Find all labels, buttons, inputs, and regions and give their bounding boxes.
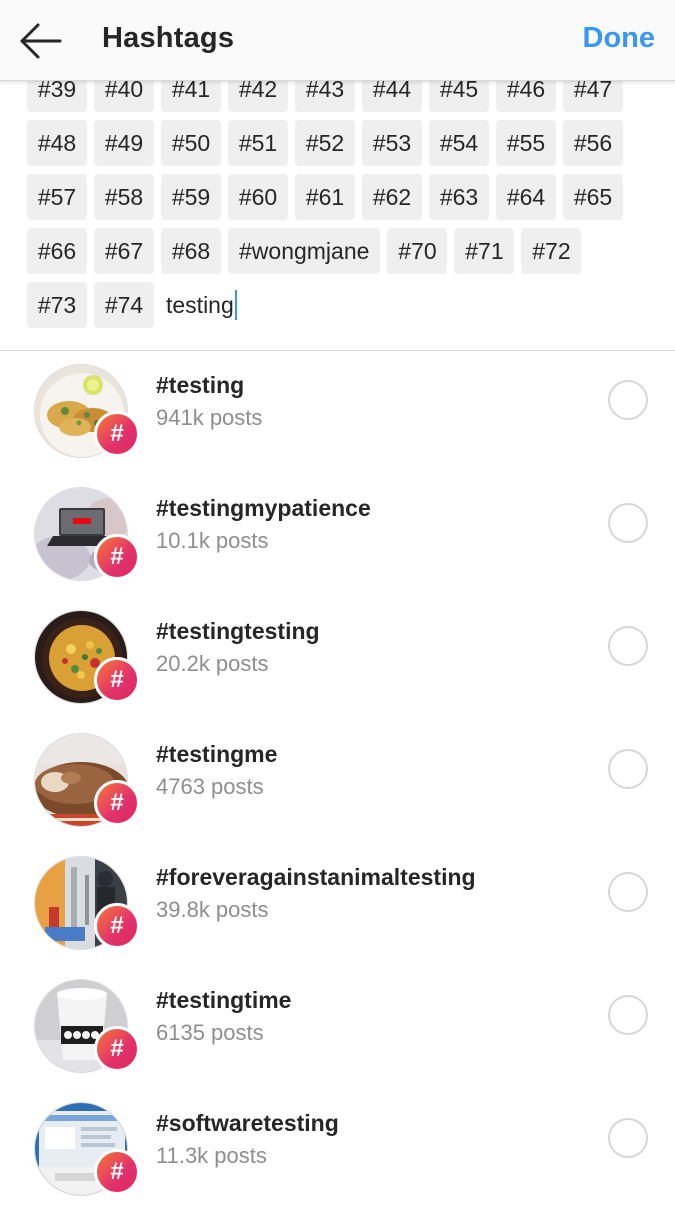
selected-hashtags-area: #39 #40 #41 #42 #43 #44 #45 #46 #47 #48 … xyxy=(0,64,675,350)
hashtag-chip[interactable]: #55 xyxy=(496,120,556,166)
done-button[interactable]: Done xyxy=(583,22,656,55)
post-count: 4763 posts xyxy=(156,774,264,799)
chip-row: #73 #74 testing xyxy=(27,282,237,328)
hashtag-chip[interactable]: #48 xyxy=(27,120,87,166)
hashtag-chip[interactable]: #72 xyxy=(521,228,582,274)
hashtag-chip[interactable]: #56 xyxy=(563,120,623,166)
radio-circle-icon[interactable] xyxy=(608,749,648,789)
chip-row: #57 #58 #59 #60 #61 #62 #63 #64 #65 xyxy=(27,174,630,220)
hashtag-chip[interactable]: #68 xyxy=(161,228,221,274)
post-count: 20.2k posts xyxy=(156,651,269,676)
arrow-left-icon xyxy=(20,23,62,59)
post-count: 10.1k posts xyxy=(156,528,269,553)
radio-circle-icon[interactable] xyxy=(608,1118,648,1158)
hashtag-badge-icon: # xyxy=(94,411,140,457)
chip-row: #66 #67 #68 #wongmjane #70 #71 #72 xyxy=(27,228,588,274)
text-caret xyxy=(234,290,237,320)
hashtag-chip[interactable]: #57 xyxy=(27,174,87,220)
page-title: Hashtags xyxy=(102,22,235,54)
list-item[interactable]: # #testingmypatience 10.1k posts xyxy=(0,475,675,598)
radio-circle-icon[interactable] xyxy=(608,995,648,1035)
chip-row: #48 #49 #50 #51 #52 #53 #54 #55 #56 xyxy=(27,120,630,166)
hashtag-chip[interactable]: #wongmjane xyxy=(228,228,381,274)
hashtag-chip[interactable]: #66 xyxy=(27,228,87,274)
post-count: 39.8k posts xyxy=(156,897,269,922)
hashtag-chip[interactable]: #64 xyxy=(496,174,556,220)
radio-circle-icon[interactable] xyxy=(608,872,648,912)
hashtag-chip[interactable]: #63 xyxy=(429,174,489,220)
post-count: 11.3k posts xyxy=(156,1143,267,1168)
divider xyxy=(0,350,675,351)
hashtag-chip[interactable]: #50 xyxy=(161,120,221,166)
hashtag-chip[interactable]: #54 xyxy=(429,120,489,166)
hashtag-badge-icon: # xyxy=(94,534,140,580)
hashtag-chip[interactable]: #53 xyxy=(362,120,422,166)
hashtag-chip[interactable]: #58 xyxy=(94,174,154,220)
post-count: 6135 posts xyxy=(156,1020,264,1045)
hashtag-badge-icon: # xyxy=(94,780,140,826)
hashtag-chip[interactable]: #71 xyxy=(454,228,515,274)
back-button[interactable] xyxy=(18,22,64,60)
list-item[interactable]: # #softwaretesting 11.3k posts xyxy=(0,1090,675,1213)
hashtag-chip[interactable]: #65 xyxy=(563,174,623,220)
post-count: 941k posts xyxy=(156,405,263,430)
hashtag-chip[interactable]: #61 xyxy=(295,174,355,220)
hashtag-badge-icon: # xyxy=(94,1026,140,1072)
hashtag-name: #testingmypatience xyxy=(156,495,371,521)
hashtag-chip[interactable]: #60 xyxy=(228,174,288,220)
hashtag-search-input[interactable]: testing xyxy=(161,282,237,328)
hashtag-name: #softwaretesting xyxy=(156,1110,339,1136)
hashtag-name: #testingtesting xyxy=(156,618,320,644)
radio-circle-icon[interactable] xyxy=(608,626,648,666)
typed-text: testing xyxy=(166,292,234,318)
list-item[interactable]: # #foreveragainstanimaltesting 39.8k pos… xyxy=(0,844,675,967)
list-item[interactable]: # #testingme 4763 posts xyxy=(0,721,675,844)
hashtag-chip[interactable]: #70 xyxy=(387,228,448,274)
hashtag-name: #foreveragainstanimaltesting xyxy=(156,864,476,890)
hashtag-badge-icon: # xyxy=(94,1149,140,1195)
radio-circle-icon[interactable] xyxy=(608,503,648,543)
hashtag-chip[interactable]: #51 xyxy=(228,120,288,166)
hashtag-name: #testingme xyxy=(156,741,278,767)
hashtag-badge-icon: # xyxy=(94,903,140,949)
hashtag-name: #testingtime xyxy=(156,987,292,1013)
radio-circle-icon[interactable] xyxy=(608,380,648,420)
hashtag-badge-icon: # xyxy=(94,657,140,703)
top-bar: Hashtags Done xyxy=(0,0,675,81)
hashtag-name: #testing xyxy=(156,372,245,398)
hashtag-chip[interactable]: #67 xyxy=(94,228,154,274)
hashtag-chip[interactable]: #59 xyxy=(161,174,221,220)
hashtag-chip[interactable]: #62 xyxy=(362,174,422,220)
hashtag-chip[interactable]: #52 xyxy=(295,120,355,166)
list-item[interactable]: # #testingtime 6135 posts xyxy=(0,967,675,1090)
hashtag-chip[interactable]: #74 xyxy=(94,282,154,328)
hashtag-chip[interactable]: #73 xyxy=(27,282,87,328)
list-item[interactable]: # #testingtesting 20.2k posts xyxy=(0,598,675,721)
hashtag-chip[interactable]: #49 xyxy=(94,120,154,166)
list-item[interactable]: # #testing 941k posts xyxy=(0,352,675,475)
